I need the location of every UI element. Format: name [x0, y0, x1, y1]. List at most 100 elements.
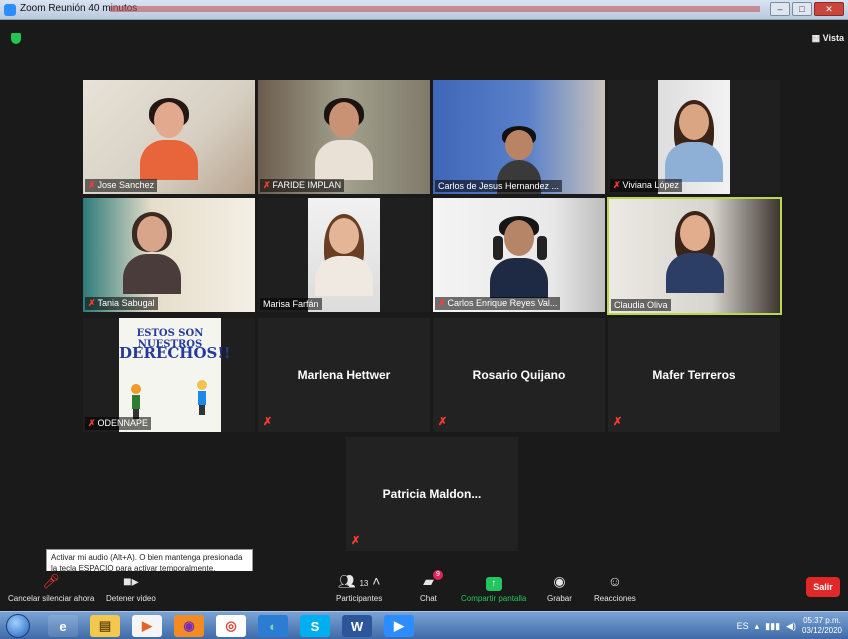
muted-mic-icon: ✗	[88, 180, 96, 190]
participant-video	[122, 212, 181, 294]
participant-video	[665, 100, 723, 182]
reaction-emoji-icon: ☺	[607, 573, 623, 589]
chat-label: Chat	[420, 594, 437, 603]
chat-bubble-icon: ▰ 9	[420, 570, 443, 589]
video-tile[interactable]: Marisa Farfán	[258, 198, 430, 312]
meeting-toolbar: 🎤︎ Cancelar silenciar ahora ■▸ Detener v…	[0, 570, 848, 611]
muted-mic-icon: ✗	[263, 180, 271, 190]
muted-mic-icon: ✗	[438, 298, 446, 308]
participant-video	[665, 211, 724, 293]
muted-mic-icon: ✗	[613, 180, 621, 190]
reactions-button[interactable]: ☺ Reacciones	[594, 573, 636, 603]
clock[interactable]: 05:37 p.m. 03/12/2020	[802, 616, 842, 636]
participants-icon: 👥︎ 13 ˄	[337, 573, 381, 589]
title-bar-highlight	[110, 6, 760, 12]
media-player-icon[interactable]: ▶	[132, 615, 162, 637]
participant-tile-no-video[interactable]: Marlena Hettwer ✗	[258, 318, 430, 432]
participant-tile-no-video[interactable]: Mafer Terreros ✗	[608, 318, 780, 432]
security-shield-icon[interactable]	[11, 33, 21, 44]
participant-name: Mafer Terreros	[652, 368, 736, 382]
muted-microphone-icon: 🎤︎	[42, 573, 61, 589]
zoom-app-icon	[4, 4, 16, 16]
video-tile-active-speaker[interactable]: Claudia Oliva	[607, 197, 782, 315]
maximize-button[interactable]: □	[792, 2, 812, 16]
participant-name-tag: ✗ Tania Sabugal	[85, 297, 158, 310]
participant-tile-no-video[interactable]: Patricia Maldon... ✗	[346, 437, 518, 551]
video-tile[interactable]: ESTOS SON NUESTROS DERECHOS!! ✗ ODENNAPE	[83, 318, 255, 432]
file-explorer-icon[interactable]: ▤	[90, 615, 120, 637]
close-button[interactable]: ✕	[814, 2, 844, 16]
window-controls: – □ ✕	[770, 2, 844, 16]
windows-taskbar: e ▤ ▶ ◉ ◎ ◐ S W ▶ ES ▴ ▮▮▮ ◀) 05:37 p.m.…	[0, 611, 848, 639]
video-tile[interactable]: ✗ Tania Sabugal	[83, 198, 255, 312]
participant-name-tag: Marisa Farfán	[260, 298, 322, 310]
muted-mic-icon: ✗	[438, 416, 448, 428]
participant-name-tag: Claudia Oliva	[611, 299, 671, 311]
firefox-icon[interactable]: ◉	[174, 615, 204, 637]
share-screen-label: Compartir pantalla	[461, 594, 527, 603]
zoom-taskbar-icon[interactable]: ▶	[384, 615, 414, 637]
leave-meeting-button[interactable]: Salir	[806, 577, 840, 597]
rights-sign-image: ESTOS SON NUESTROS DERECHOS!!	[119, 318, 231, 432]
sign-text-line2: DERECHOS!!	[119, 344, 231, 362]
record-icon: ◉	[553, 573, 566, 589]
clock-time: 05:37 p.m.	[803, 616, 841, 625]
stop-video-label: Detener video	[106, 594, 156, 603]
stop-video-button[interactable]: ■▸ Detener video	[106, 573, 156, 603]
language-indicator[interactable]: ES	[737, 621, 749, 631]
muted-mic-icon: ✗	[351, 535, 361, 547]
muted-mic-icon: ✗	[263, 416, 273, 428]
reactions-label: Reacciones	[594, 594, 636, 603]
participant-name: Patricia Maldon...	[382, 487, 482, 501]
word-icon[interactable]: W	[342, 615, 372, 637]
participants-count: 13	[359, 579, 369, 588]
participant-name-tag: ✗ Jose Sanchez	[85, 179, 158, 192]
participant-video	[315, 98, 373, 180]
record-label: Grabar	[547, 594, 572, 603]
video-tile[interactable]: Carlos de Jesus Hernandez ...	[433, 80, 605, 194]
participant-tile-no-video[interactable]: Rosario Quijano ✗	[433, 318, 605, 432]
chrome-icon[interactable]: ◎	[216, 615, 246, 637]
volume-icon[interactable]: ◀)	[786, 621, 796, 632]
participant-name-tag: ✗ FARIDE IMPLAN	[260, 179, 345, 192]
chat-button[interactable]: ▰ 9 Chat	[420, 570, 443, 603]
participant-name: Rosario Quijano	[472, 368, 566, 382]
participant-video	[140, 98, 198, 180]
muted-mic-icon: ✗	[613, 416, 623, 428]
internet-explorer-icon[interactable]: e	[48, 615, 78, 637]
skype-icon[interactable]: S	[300, 615, 330, 637]
unmute-label: Cancelar silenciar ahora	[8, 594, 95, 603]
video-tile[interactable]: ✗ Carlos Enrique Reyes Val...	[433, 198, 605, 312]
participant-name-tag: ✗ ODENNAPE	[85, 417, 152, 430]
record-button[interactable]: ◉ Grabar	[547, 573, 572, 603]
child-drawing-icon	[129, 384, 143, 420]
edge-icon[interactable]: ◐	[258, 615, 288, 637]
participants-label: Participantes	[336, 594, 383, 603]
system-tray: ES ▴ ▮▮▮ ◀) 05:37 p.m. 03/12/2020	[737, 615, 842, 637]
share-screen-icon: ↑	[461, 573, 526, 591]
start-menu-icon[interactable]	[6, 614, 30, 638]
share-screen-button[interactable]: ↑ Compartir pantalla	[461, 573, 526, 603]
participant-name-tag: ✗ Viviana López	[610, 179, 682, 192]
participant-name: Marlena Hettwer	[297, 368, 391, 382]
participant-name-tag: Carlos de Jesus Hernandez ...	[435, 180, 563, 192]
view-button[interactable]: ▦ Vista	[812, 33, 844, 44]
participant-name-tag: ✗ Carlos Enrique Reyes Val...	[435, 297, 561, 310]
unmute-button[interactable]: 🎤︎ Cancelar silenciar ahora	[8, 573, 94, 603]
participant-video	[315, 214, 373, 296]
clock-date: 03/12/2020	[801, 626, 842, 635]
video-tile[interactable]: ✗ FARIDE IMPLAN	[258, 80, 430, 194]
video-tile[interactable]: ✗ Viviana López	[608, 80, 780, 194]
video-tile[interactable]: ✗ Jose Sanchez	[83, 80, 255, 194]
child-drawing-icon	[195, 380, 209, 416]
muted-mic-icon: ✗	[88, 298, 96, 308]
muted-mic-icon: ✗	[88, 418, 96, 428]
video-camera-icon: ■▸	[123, 573, 139, 589]
title-bar: Zoom Reunión 40 minutos – □ ✕	[0, 0, 848, 20]
tray-arrow-icon[interactable]: ▴	[755, 621, 760, 632]
participants-button[interactable]: 👥︎ 13 ˄ Participantes	[336, 573, 382, 603]
zoom-meeting-window: Zoom Reunión 40 minutos – □ ✕ ▦ Vista ✗ J…	[0, 0, 848, 639]
minimize-button[interactable]: –	[770, 2, 790, 16]
chat-unread-badge: 9	[432, 570, 443, 580]
network-icon[interactable]: ▮▮▮	[765, 621, 780, 632]
